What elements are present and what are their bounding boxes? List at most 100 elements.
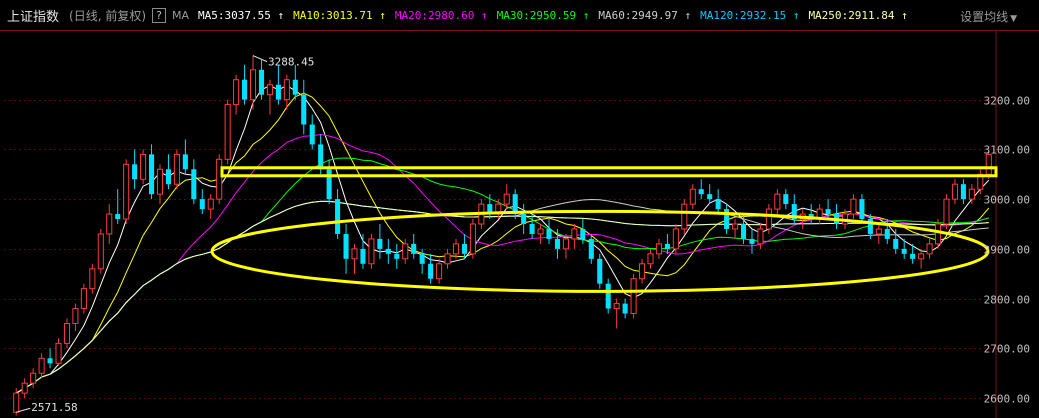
candle-body-up	[537, 228, 544, 235]
candle-body-down	[910, 253, 916, 259]
candle-body-up	[918, 253, 925, 260]
ma30-readout: MA30:2950.59 ↑	[496, 8, 590, 22]
y-tick-label: 3000.00	[984, 194, 1030, 207]
up-arrow-icon: ↑	[684, 8, 692, 22]
candle-body-down	[419, 253, 425, 264]
candle-body-down	[715, 199, 721, 210]
ma-settings-button[interactable]: 设置均线 ▼	[960, 8, 1017, 25]
candle-body-down	[149, 154, 155, 195]
candle-body-down	[707, 194, 713, 200]
y-tick-label: 3100.00	[984, 144, 1030, 157]
candle-body-down	[521, 214, 527, 224]
candle-body-up	[647, 253, 654, 265]
candle-body-down	[901, 248, 907, 254]
candle-body-down	[749, 238, 755, 244]
candle-body-up	[985, 153, 992, 175]
candle-body-up	[689, 188, 696, 205]
candle-body-down	[318, 144, 324, 170]
candle-body-up	[140, 153, 147, 180]
candle-body-down	[191, 169, 197, 200]
chevron-down-icon: ▼	[1010, 14, 1017, 24]
candle-body-down	[622, 303, 628, 314]
candle-body-up	[765, 208, 772, 230]
up-arrow-icon: ↑	[379, 8, 386, 22]
candle-body-down	[47, 358, 53, 364]
up-arrow-icon: ↑	[277, 8, 285, 22]
help-icon[interactable]: ?	[152, 7, 167, 23]
candle-body-down	[605, 283, 611, 309]
index-title[interactable]: 上证指数	[7, 6, 59, 25]
candle-body-down	[411, 243, 417, 254]
candle-body-up	[106, 213, 113, 235]
candle-body-up	[926, 243, 933, 255]
candle-body-up	[63, 322, 71, 344]
candle-body-up	[672, 228, 679, 250]
y-tick-label: 2800.00	[984, 294, 1030, 307]
candle-body-down	[165, 169, 171, 185]
candle-body-up	[72, 308, 79, 324]
candle-body-up	[89, 268, 96, 290]
candle-body-up	[943, 198, 950, 225]
candle-body-up	[639, 263, 646, 280]
up-arrow-icon: ↑	[792, 8, 800, 22]
candle-body-up	[613, 303, 620, 310]
candle-body-down	[461, 243, 467, 254]
candle-body-down	[377, 238, 383, 249]
candle-body-up	[173, 153, 180, 185]
candle-body-up	[452, 243, 460, 255]
candle-body-up	[875, 228, 882, 235]
candle-body-up	[216, 158, 223, 200]
candle-body-down	[546, 228, 552, 239]
candle-body-up	[156, 168, 164, 195]
candle-body-up	[681, 203, 688, 230]
ma60-readout: MA60:2949.97 ↑	[598, 8, 692, 22]
candle-body-up	[503, 193, 510, 205]
ma5-readout: MA5:3037.55 ↑	[198, 8, 285, 22]
candle-body-down	[859, 199, 865, 220]
candle-body-down	[335, 199, 341, 234]
candle-body-up	[402, 243, 409, 260]
candle-body-up	[207, 198, 214, 210]
candle-body-down	[242, 79, 248, 100]
up-arrow-icon: ↑	[480, 8, 488, 22]
candle-body-up	[469, 223, 476, 255]
candle-body-down	[115, 214, 121, 220]
period-label[interactable]: (日线, 前复权)	[69, 7, 146, 24]
candle-body-down	[394, 253, 400, 259]
candle-body-up	[97, 233, 104, 270]
candle-body-down	[698, 189, 704, 195]
ma10-readout: MA10:3013.71 ↑	[293, 8, 386, 22]
candle-body-up	[38, 357, 45, 374]
candle-body-down	[301, 94, 307, 125]
candle-body-down	[258, 69, 265, 95]
candle-body-up	[283, 79, 290, 101]
candle-body-up	[850, 198, 857, 215]
candle-body-down	[825, 209, 831, 215]
candle-body-up	[951, 183, 958, 200]
indicator-label[interactable]: MA	[172, 9, 189, 22]
candle-body-down	[884, 228, 890, 239]
candle-body-down	[588, 238, 594, 259]
candle-body-up	[968, 188, 975, 200]
candle-body-up	[233, 79, 240, 106]
candle-body-down	[199, 199, 205, 210]
candle-body-up	[224, 104, 231, 160]
candle-body-up	[774, 193, 781, 210]
candle-body-up	[266, 84, 273, 96]
candle-body-up	[934, 223, 942, 245]
candle-body-down	[783, 194, 789, 205]
candlestick-chart[interactable]: 3200.00 3100.00 3000.00 2900.00 2800.00 2700.…	[0, 30, 1039, 418]
candle-body-up	[655, 243, 662, 255]
candle-body-up	[444, 253, 451, 265]
candle-body-up	[80, 288, 87, 310]
candle-body-down	[385, 248, 391, 254]
candle-body-up	[571, 228, 578, 240]
candle-body-down	[664, 243, 670, 249]
candle-body-down	[132, 164, 138, 180]
candle-body-down	[275, 84, 281, 100]
candle-body-down	[326, 169, 332, 200]
y-tick-label: 2900.00	[984, 244, 1030, 257]
candle-body-down	[580, 228, 586, 239]
ma250-readout: MA250:2911.84 ↑	[808, 8, 908, 22]
candle-body-down	[309, 124, 315, 145]
